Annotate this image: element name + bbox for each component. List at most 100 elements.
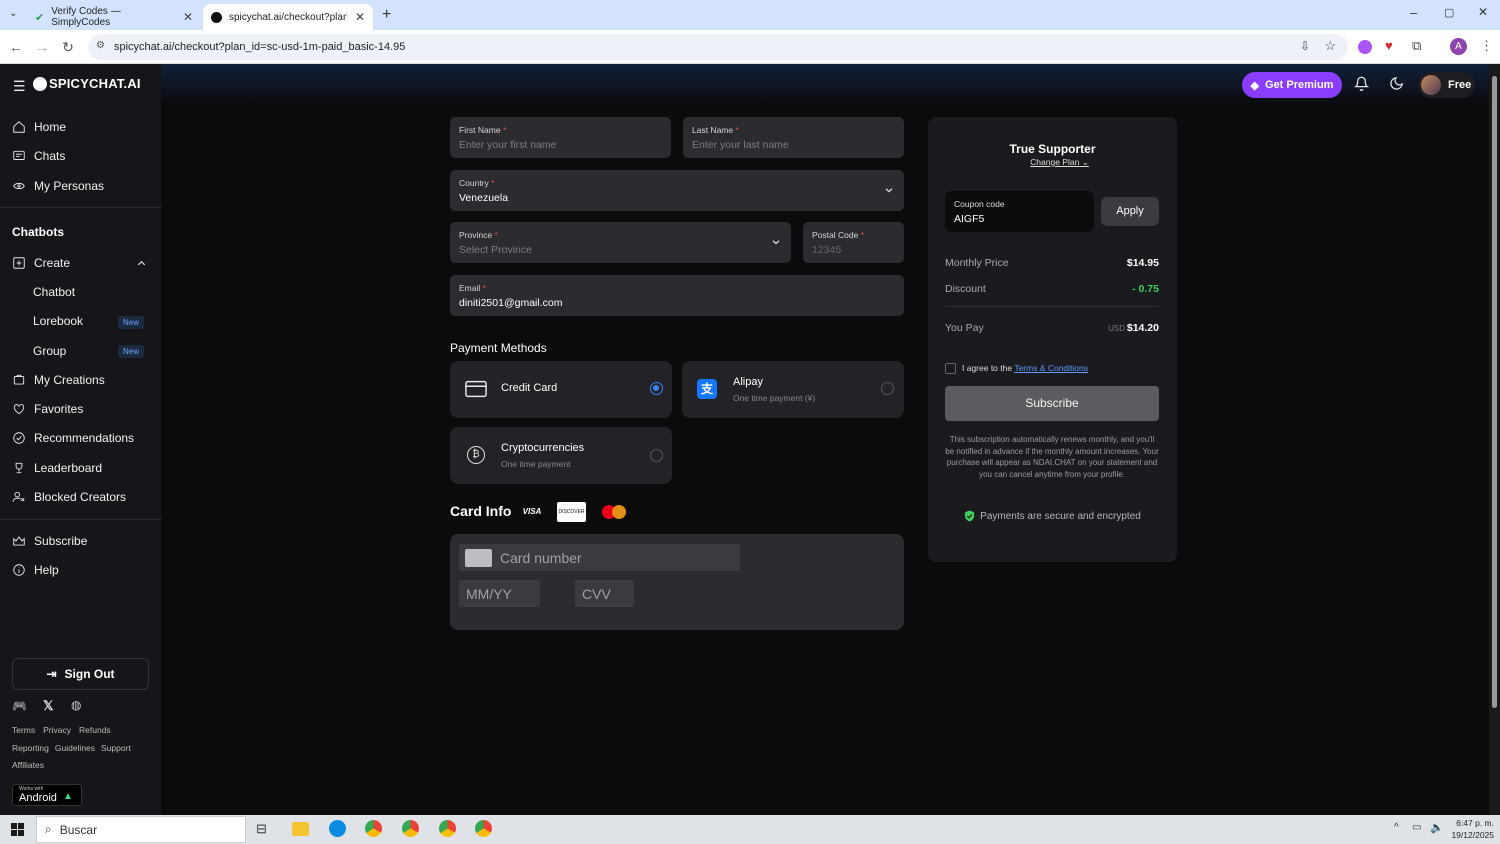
summary-divider bbox=[945, 306, 1159, 307]
postal-code-placeholder: 12345 bbox=[812, 244, 842, 256]
tray-chevron-up-icon[interactable]: ^ bbox=[1394, 822, 1399, 833]
terms-link[interactable]: Terms bbox=[12, 725, 35, 735]
logo-bubble-icon bbox=[33, 76, 47, 91]
windows-start-icon[interactable] bbox=[11, 823, 24, 836]
tab-search-icon[interactable]: ⌄ bbox=[9, 8, 17, 19]
logo[interactable]: SPICYCHAT.AI bbox=[33, 76, 141, 91]
android-badge[interactable]: Works with Android ▲ bbox=[12, 784, 82, 806]
chrome-profile-icon[interactable] bbox=[475, 820, 492, 837]
address-bar[interactable]: ⚙ spicychat.ai/checkout?plan_id=sc-usd-1… bbox=[88, 34, 1348, 60]
page-scrollbar[interactable] bbox=[1489, 64, 1500, 815]
sidebar-item-lorebook[interactable]: Lorebook bbox=[33, 314, 83, 328]
sign-out-button[interactable]: ⇥ Sign Out bbox=[12, 658, 149, 690]
postal-code-field[interactable]: Postal Code * 12345 bbox=[803, 222, 904, 263]
user-plan-button[interactable]: Free bbox=[1418, 72, 1475, 98]
first-name-field[interactable]: First Name * Enter your first name bbox=[450, 117, 671, 158]
discord-icon[interactable]: 🎮 bbox=[12, 699, 27, 713]
coupon-code-field[interactable]: Coupon code AIGF5 bbox=[945, 191, 1094, 232]
sidebar-item-create[interactable]: Create bbox=[12, 256, 70, 270]
extension-shield-icon[interactable]: ♥ bbox=[1385, 38, 1393, 53]
task-view-icon[interactable]: ⊟ bbox=[256, 821, 267, 837]
province-select[interactable]: Province * Select Province bbox=[450, 222, 791, 263]
email-value: diniti2501@gmail.com bbox=[459, 297, 563, 309]
chrome-profile-icon[interactable] bbox=[439, 820, 456, 837]
sidebar-item-help[interactable]: Help bbox=[12, 563, 59, 577]
reload-icon[interactable]: ↻ bbox=[60, 39, 76, 56]
maximize-icon[interactable]: ▢ bbox=[1444, 6, 1454, 19]
heart-icon bbox=[13, 404, 25, 415]
payment-method-credit-card[interactable]: Credit Card bbox=[450, 361, 672, 418]
extensions-puzzle-icon[interactable]: ⧉ bbox=[1412, 38, 1421, 54]
back-icon[interactable]: ← bbox=[8, 39, 24, 55]
close-window-icon[interactable]: ✕ bbox=[1478, 5, 1488, 19]
province-placeholder: Select Province bbox=[459, 244, 532, 256]
affiliates-link[interactable]: Affiliates bbox=[12, 760, 44, 770]
url-text: spicychat.ai/checkout?plan_id=sc-usd-1m-… bbox=[114, 41, 406, 53]
privacy-link[interactable]: Privacy bbox=[43, 725, 71, 735]
browser-menu-icon[interactable]: ⋮ bbox=[1480, 38, 1493, 54]
country-select[interactable]: Country * Venezuela bbox=[450, 170, 904, 211]
trophy-icon bbox=[15, 462, 23, 474]
card-placeholder-icon bbox=[465, 548, 492, 567]
hamburger-menu-icon[interactable]: ☰ bbox=[13, 78, 26, 95]
crypto-radio[interactable] bbox=[650, 449, 663, 462]
file-explorer-icon[interactable] bbox=[292, 822, 309, 836]
alipay-radio[interactable] bbox=[881, 382, 894, 395]
scrollbar-thumb[interactable] bbox=[1492, 76, 1497, 708]
chrome-icon[interactable] bbox=[365, 820, 382, 837]
reddit-icon[interactable]: ◍ bbox=[71, 698, 81, 712]
tab-spicychat[interactable]: spicychat.ai/checkout?plan_id= ✕ bbox=[203, 4, 373, 30]
x-twitter-icon[interactable]: 𝕏 bbox=[43, 698, 53, 714]
shield-check-icon bbox=[965, 510, 975, 522]
bookmark-star-icon[interactable]: ☆ bbox=[1324, 38, 1336, 54]
credit-card-radio[interactable] bbox=[650, 382, 663, 395]
guidelines-link[interactable]: Guidelines bbox=[55, 743, 95, 753]
terms-checkbox[interactable] bbox=[945, 363, 956, 374]
taskbar-search-box[interactable]: ⌕ Buscar bbox=[36, 816, 246, 843]
extension-icon[interactable] bbox=[1358, 40, 1372, 54]
sidebar-item-chatbot[interactable]: Chatbot bbox=[33, 285, 75, 299]
new-tab-icon[interactable]: + bbox=[382, 6, 391, 24]
notifications-bell-icon[interactable] bbox=[1353, 76, 1370, 96]
discount-row: Discount - 0.75 bbox=[945, 283, 1159, 295]
site-info-icon[interactable]: ⚙ bbox=[96, 40, 105, 51]
get-premium-button[interactable]: ◆ Get Premium bbox=[1242, 72, 1342, 98]
close-tab-icon[interactable]: ✕ bbox=[183, 10, 193, 24]
sidebar-item-group[interactable]: Group bbox=[33, 344, 66, 358]
sidebar-item-home[interactable]: Home bbox=[12, 120, 66, 134]
payment-method-alipay[interactable]: 支 Alipay One time payment (¥) bbox=[682, 361, 904, 418]
expiry-input[interactable]: MM/YY bbox=[459, 580, 540, 607]
forward-icon[interactable]: → bbox=[34, 39, 50, 55]
sidebar-item-my-creations[interactable]: My Creations bbox=[12, 373, 105, 387]
payment-method-crypto[interactable]: ₿ Cryptocurrencies One time payment bbox=[450, 427, 672, 484]
subscribe-button[interactable]: Subscribe bbox=[945, 386, 1159, 421]
reporting-link[interactable]: Reporting bbox=[12, 743, 49, 753]
card-number-input[interactable]: Card number bbox=[459, 544, 740, 571]
minimize-icon[interactable]: – bbox=[1410, 5, 1417, 20]
cvv-input[interactable]: CVV bbox=[575, 580, 634, 607]
support-link[interactable]: Support bbox=[101, 743, 131, 753]
edge-browser-icon[interactable] bbox=[329, 820, 346, 837]
email-field[interactable]: Email * diniti2501@gmail.com bbox=[450, 275, 904, 316]
sidebar-item-leaderboard[interactable]: Leaderboard bbox=[12, 461, 102, 475]
chrome-profile-icon[interactable] bbox=[402, 820, 419, 837]
apply-coupon-button[interactable]: Apply bbox=[1101, 197, 1159, 226]
sidebar-item-recommendations[interactable]: Recommendations bbox=[12, 431, 134, 445]
refunds-link[interactable]: Refunds bbox=[79, 725, 111, 735]
network-icon[interactable]: ▭ bbox=[1412, 822, 1421, 833]
terms-conditions-link[interactable]: Terms & Conditions bbox=[1014, 363, 1088, 373]
dark-mode-moon-icon[interactable] bbox=[1389, 76, 1404, 96]
install-app-icon[interactable]: ⇩ bbox=[1300, 39, 1310, 53]
chevron-up-icon[interactable] bbox=[136, 256, 147, 274]
profile-avatar[interactable]: A bbox=[1450, 38, 1467, 55]
sidebar-item-blocked-creators[interactable]: Blocked Creators bbox=[12, 490, 126, 504]
sidebar-item-favorites[interactable]: Favorites bbox=[12, 402, 83, 416]
taskbar-clock[interactable]: 6:47 p. m. 19/12/2025 bbox=[1440, 817, 1494, 841]
change-plan-link[interactable]: Change Plan ⌄ bbox=[928, 157, 1191, 168]
sidebar-item-chats[interactable]: Chats bbox=[12, 149, 65, 163]
close-tab-icon[interactable]: ✕ bbox=[355, 10, 365, 24]
tab-simplycodes[interactable]: ✔ Verify Codes — SimplyCodes ✕ bbox=[27, 4, 201, 30]
sidebar-item-my-personas[interactable]: My Personas bbox=[12, 179, 104, 193]
last-name-field[interactable]: Last Name * Enter your last name bbox=[683, 117, 904, 158]
sidebar-item-subscribe[interactable]: Subscribe bbox=[12, 534, 87, 548]
